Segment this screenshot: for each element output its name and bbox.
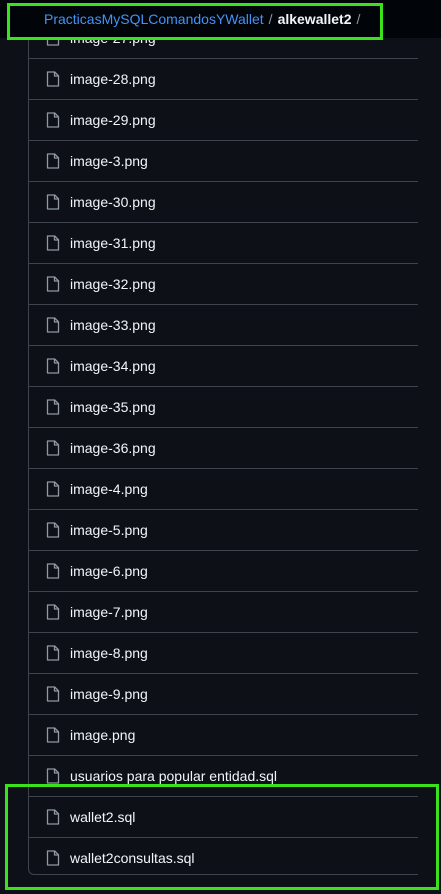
file-icon (46, 317, 60, 333)
file-list: image-27.png image-28.png image-29.png imag… (28, 38, 418, 875)
file-row[interactable]: image-36.png (29, 427, 418, 468)
file-row[interactable]: image-7.png (29, 591, 418, 632)
file-name-link[interactable]: image-32.png (70, 264, 156, 304)
file-icon (46, 481, 60, 497)
file-name-link[interactable]: image.png (70, 715, 135, 755)
file-name-link[interactable]: wallet2consultas.sql (70, 838, 195, 874)
file-row[interactable]: image-30.png (29, 181, 418, 222)
file-name-link[interactable]: image-35.png (70, 387, 156, 427)
file-icon (46, 768, 60, 784)
file-name-link[interactable]: image-9.png (70, 674, 148, 714)
file-icon (46, 399, 60, 415)
breadcrumb-repo-link[interactable]: PracticasMySQLComandosYWallet (44, 11, 264, 27)
file-icon (46, 71, 60, 87)
file-icon (46, 112, 60, 128)
file-icon (46, 809, 60, 825)
file-icon (46, 645, 60, 661)
file-name-link[interactable]: image-27.png (70, 38, 156, 58)
file-icon (46, 38, 60, 46)
file-row[interactable]: image-8.png (29, 632, 418, 673)
file-name-link[interactable]: wallet2.sql (70, 797, 135, 837)
file-name-link[interactable]: image-31.png (70, 223, 156, 263)
file-icon (46, 440, 60, 456)
file-row[interactable]: image-33.png (29, 304, 418, 345)
file-name-link[interactable]: image-29.png (70, 100, 156, 140)
file-row[interactable]: image-29.png (29, 99, 418, 140)
file-name-link[interactable]: image-33.png (70, 305, 156, 345)
file-icon (46, 358, 60, 374)
file-row[interactable]: image-9.png (29, 673, 418, 714)
file-icon (46, 727, 60, 743)
breadcrumb-separator: / (268, 11, 273, 27)
file-icon (46, 522, 60, 538)
file-name-link[interactable]: image-4.png (70, 469, 148, 509)
file-icon (46, 153, 60, 169)
file-row[interactable]: image-35.png (29, 386, 418, 427)
repository-file-browser: PracticasMySQLComandosYWallet / alkewall… (0, 0, 441, 894)
file-name-link[interactable]: image-6.png (70, 551, 148, 591)
file-name-link[interactable]: image-36.png (70, 428, 156, 468)
file-row[interactable]: image-4.png (29, 468, 418, 509)
file-name-link[interactable]: image-30.png (70, 182, 156, 222)
file-row[interactable]: image.png (29, 714, 418, 755)
breadcrumb-current-directory: alkewallet2 (277, 11, 352, 27)
file-icon (46, 563, 60, 579)
file-name-link[interactable]: image-28.png (70, 59, 156, 99)
file-name-link[interactable]: image-7.png (70, 592, 148, 632)
file-name-link[interactable]: image-8.png (70, 633, 148, 673)
file-row[interactable]: image-3.png (29, 140, 418, 181)
file-name-link[interactable]: image-5.png (70, 510, 148, 550)
file-name-link[interactable]: image-3.png (70, 141, 148, 181)
file-row[interactable]: image-6.png (29, 550, 418, 591)
file-icon (46, 686, 60, 702)
file-icon (46, 276, 60, 292)
file-row[interactable]: usuarios para popular entidad.sql (29, 755, 418, 796)
file-icon (46, 604, 60, 620)
breadcrumb: PracticasMySQLComandosYWallet / alkewall… (44, 9, 365, 29)
file-row[interactable]: image-5.png (29, 509, 418, 550)
file-icon (46, 194, 60, 210)
file-row[interactable]: image-34.png (29, 345, 418, 386)
breadcrumb-bar: PracticasMySQLComandosYWallet / alkewall… (0, 0, 441, 38)
file-row[interactable]: wallet2consultas.sql (29, 837, 418, 874)
file-name-link[interactable]: usuarios para popular entidad.sql (70, 756, 277, 796)
file-row[interactable]: image-27.png (29, 38, 418, 58)
file-row[interactable]: image-31.png (29, 222, 418, 263)
file-icon (46, 235, 60, 251)
file-row[interactable]: image-28.png (29, 58, 418, 99)
file-row[interactable]: wallet2.sql (29, 796, 418, 837)
file-row[interactable]: image-32.png (29, 263, 418, 304)
breadcrumb-trailing-separator: / (356, 11, 361, 27)
file-name-link[interactable]: image-34.png (70, 346, 156, 386)
file-icon (46, 850, 60, 866)
